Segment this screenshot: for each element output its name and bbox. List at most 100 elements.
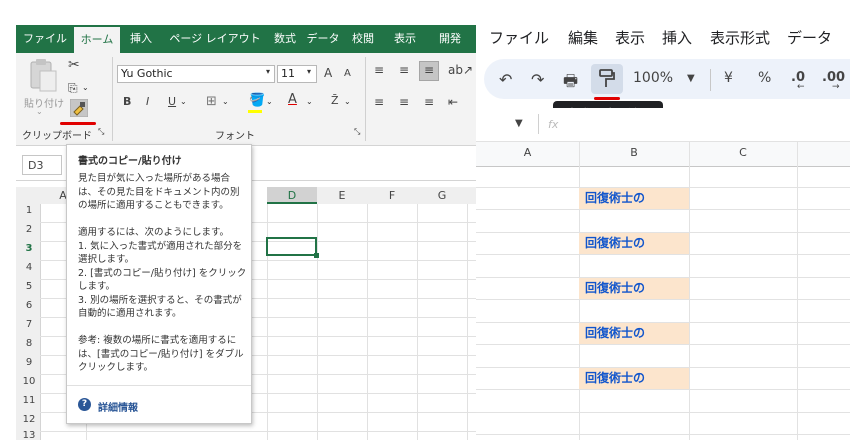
print-icon[interactable]: 🖶 bbox=[563, 70, 578, 97]
gs-cell[interactable]: 回復術士の bbox=[579, 323, 689, 344]
format-painter-highlight bbox=[60, 122, 96, 125]
menu-format[interactable]: 表示形式 bbox=[710, 27, 770, 48]
gs-column-header-c[interactable]: C bbox=[689, 146, 797, 159]
redo-icon[interactable]: ↷ bbox=[531, 70, 544, 89]
paste-icon[interactable] bbox=[28, 57, 58, 93]
phonetic-icon[interactable]: Z̄ bbox=[331, 94, 339, 107]
paint-format-highlight bbox=[594, 97, 620, 100]
column-header-g[interactable]: G bbox=[417, 187, 468, 204]
tab-page-layout[interactable]: ページ レイアウト bbox=[164, 25, 266, 53]
orientation-icon[interactable]: ab↗ bbox=[448, 63, 473, 77]
zoom-chevron-icon[interactable]: ▼ bbox=[687, 73, 695, 84]
gs-cell[interactable]: 回復術士の bbox=[579, 233, 689, 254]
tab-data[interactable]: データ bbox=[304, 25, 342, 53]
gs-cell[interactable]: 回復術士の bbox=[579, 278, 689, 299]
undo-icon[interactable]: ↶ bbox=[499, 70, 512, 89]
font-name-chevron-icon[interactable]: ▾ bbox=[266, 67, 270, 76]
row-header[interactable]: 7 bbox=[18, 319, 40, 330]
column-header-e[interactable]: E bbox=[317, 187, 368, 204]
tab-review[interactable]: 校閲 bbox=[346, 25, 380, 53]
font-color-chevron-icon[interactable]: ⌄ bbox=[306, 97, 313, 106]
name-box[interactable]: D3 bbox=[22, 155, 62, 175]
menu-data[interactable]: データ bbox=[787, 27, 832, 48]
help-icon[interactable]: ? bbox=[78, 398, 91, 411]
tab-view[interactable]: 表示 bbox=[388, 25, 422, 53]
borders-icon[interactable]: ⊞ bbox=[206, 94, 217, 109]
menu-edit[interactable]: 編集 bbox=[568, 27, 598, 48]
align-right-icon[interactable]: ≡ bbox=[424, 95, 434, 109]
font-name-box[interactable]: Yu Gothic bbox=[117, 65, 275, 83]
row-header[interactable]: 12 bbox=[18, 414, 40, 425]
select-all-corner[interactable] bbox=[16, 187, 41, 204]
column-header-f[interactable]: F bbox=[367, 187, 418, 204]
gs-cell[interactable]: 回復術士の bbox=[579, 188, 689, 209]
tab-formulas[interactable]: 数式 bbox=[268, 25, 302, 53]
row-header[interactable]: 8 bbox=[18, 338, 40, 349]
row-header[interactable]: 13 bbox=[18, 430, 40, 440]
menu-insert[interactable]: 挿入 bbox=[662, 27, 692, 48]
align-center-icon[interactable]: ≡ bbox=[399, 95, 409, 109]
cut-icon[interactable]: ✂ bbox=[68, 57, 80, 73]
tab-insert[interactable]: 挿入 bbox=[124, 25, 158, 53]
font-color-icon[interactable]: A bbox=[288, 92, 297, 107]
indent-decrease-icon[interactable]: ⇤ bbox=[448, 95, 458, 109]
bold-button[interactable]: B bbox=[123, 95, 131, 108]
currency-button[interactable]: ¥ bbox=[724, 70, 733, 86]
italic-button[interactable]: I bbox=[146, 95, 149, 108]
tooltip-title: 書式のコピー/貼り付け bbox=[78, 156, 182, 167]
align-middle-icon[interactable]: ≡ bbox=[399, 63, 409, 77]
row-header[interactable]: 5 bbox=[18, 281, 40, 292]
gs-cell[interactable]: 回復術士の bbox=[579, 368, 689, 389]
menu-view[interactable]: 表示 bbox=[615, 27, 645, 48]
row-header[interactable]: 9 bbox=[18, 357, 40, 368]
gs-column-header-b[interactable]: B bbox=[579, 146, 689, 159]
row-header[interactable]: 10 bbox=[18, 376, 40, 387]
row-header[interactable]: 2 bbox=[18, 224, 40, 235]
row-header[interactable]: 11 bbox=[18, 395, 40, 406]
borders-chevron-icon[interactable]: ⌄ bbox=[222, 97, 229, 106]
copy-icon[interactable]: ⎘ bbox=[68, 81, 78, 96]
fill-color-icon[interactable]: 🪣 bbox=[249, 93, 265, 108]
font-shrink-button[interactable]: A bbox=[344, 68, 351, 79]
align-left-icon[interactable]: ≡ bbox=[374, 95, 384, 109]
font-size-chevron-icon[interactable]: ▾ bbox=[307, 67, 311, 76]
toolbar-separator bbox=[710, 69, 711, 91]
fill-chevron-icon[interactable]: ⌄ bbox=[266, 97, 273, 106]
align-top-icon[interactable]: ≡ bbox=[374, 63, 384, 77]
tab-file[interactable]: ファイル bbox=[22, 25, 68, 53]
dialog-launcher-icon[interactable]: ⤡ bbox=[98, 127, 104, 137]
grid-line bbox=[467, 204, 468, 440]
gs-grid-line bbox=[797, 141, 798, 440]
tooltip-body: 見た目が気に入った場所がある場合は、その見た目をドキュメント内の別の場所に適用す… bbox=[78, 173, 247, 373]
active-cell-d3[interactable] bbox=[266, 237, 317, 256]
tab-home[interactable]: ホーム bbox=[74, 27, 120, 53]
copy-chevron-icon[interactable]: ⌄ bbox=[82, 83, 89, 92]
paste-label[interactable]: 貼り付け bbox=[24, 95, 64, 110]
percent-button[interactable]: % bbox=[758, 70, 771, 86]
zoom-select[interactable]: 100% bbox=[633, 70, 673, 86]
phonetic-chevron-icon[interactable]: ⌄ bbox=[344, 97, 351, 106]
underline-button[interactable]: U bbox=[168, 95, 176, 108]
row-header[interactable]: 4 bbox=[18, 262, 40, 273]
font-grow-button[interactable]: A bbox=[324, 66, 332, 80]
menu-file[interactable]: ファイル bbox=[489, 27, 549, 48]
row-header[interactable]: 3 bbox=[18, 243, 40, 254]
align-bottom-icon[interactable]: ≡ bbox=[424, 63, 434, 77]
grid-line bbox=[40, 431, 476, 432]
name-box-chevron-icon[interactable]: ▼ bbox=[515, 118, 523, 129]
row-header[interactable]: 6 bbox=[18, 300, 40, 311]
learn-more-link[interactable]: 詳細情報 bbox=[98, 399, 138, 414]
tab-developer[interactable]: 開発 bbox=[432, 25, 468, 53]
grid-line bbox=[317, 204, 318, 440]
gs-column-header-a[interactable]: A bbox=[476, 146, 579, 159]
fill-handle[interactable] bbox=[314, 253, 319, 258]
row-header[interactable]: 1 bbox=[18, 205, 40, 216]
paint-format-icon[interactable] bbox=[598, 69, 616, 89]
paste-chevron-icon[interactable]: ⌄ bbox=[36, 107, 43, 116]
column-header-h[interactable] bbox=[467, 187, 476, 204]
formula-separator bbox=[538, 114, 539, 134]
font-dialog-launcher-icon[interactable]: ⤡ bbox=[354, 127, 360, 137]
format-painter-icon[interactable] bbox=[70, 99, 88, 117]
column-header-d[interactable]: D bbox=[267, 187, 318, 204]
underline-chevron-icon[interactable]: ⌄ bbox=[180, 97, 187, 106]
